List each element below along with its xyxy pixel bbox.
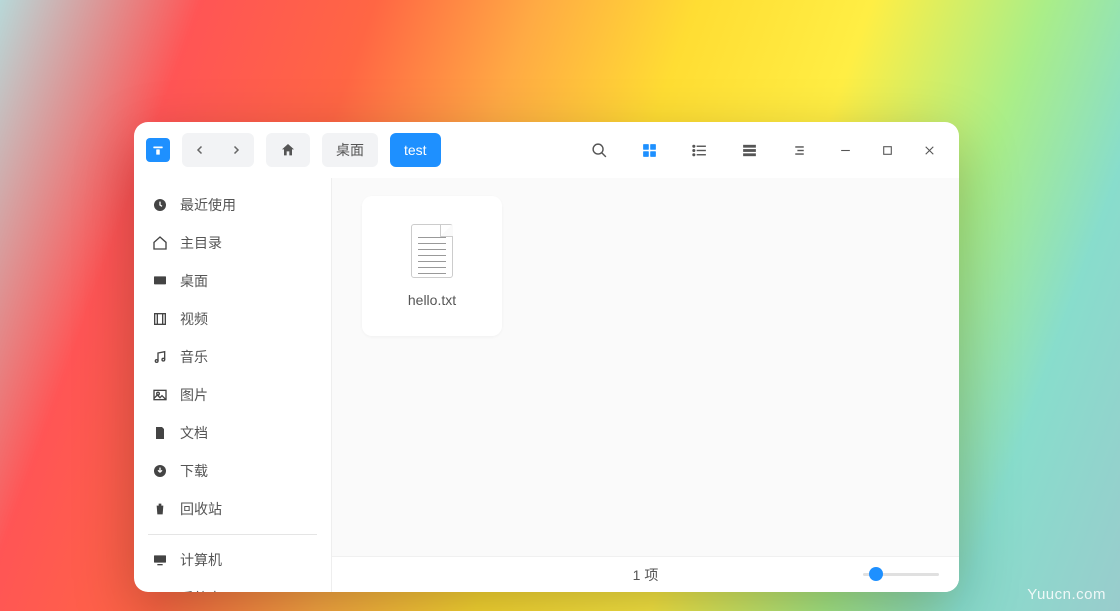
sidebar-item-label: 主目录 [180, 233, 222, 253]
sidebar-item-downloads[interactable]: 下载 [134, 452, 331, 490]
breadcrumb-desktop[interactable]: 桌面 [322, 133, 378, 167]
sidebar-item-label: 视频 [180, 309, 208, 329]
back-button[interactable] [182, 133, 218, 167]
sidebar-item-home[interactable]: 主目录 [134, 224, 331, 262]
close-button[interactable] [911, 133, 947, 167]
view-list-button[interactable] [677, 133, 721, 167]
sidebar-separator [148, 534, 317, 535]
doc-icon [152, 425, 168, 441]
sidebar-item-recent[interactable]: 最近使用 [134, 186, 331, 224]
app-icon [146, 138, 170, 162]
sidebar-item-label: 图片 [180, 385, 208, 405]
image-icon [152, 387, 168, 403]
text-file-icon [411, 224, 453, 278]
maximize-button[interactable] [869, 133, 905, 167]
film-icon [152, 311, 168, 327]
view-detail-button[interactable] [727, 133, 771, 167]
sidebar-item-label: 文档 [180, 423, 208, 443]
sidebar-item-music[interactable]: 音乐 [134, 338, 331, 376]
nav-back-forward [182, 133, 254, 167]
sidebar-item-label: 回收站 [180, 499, 222, 519]
slider-thumb[interactable] [869, 567, 883, 581]
sidebar-item-sysdisk[interactable]: 系统盘 [134, 579, 331, 592]
view-grid-button[interactable] [627, 133, 671, 167]
computer-icon [152, 552, 168, 568]
file-name-label: hello.txt [408, 292, 456, 308]
file-item[interactable]: hello.txt [362, 196, 502, 336]
menu-button[interactable] [777, 133, 821, 167]
sidebar-item-label: 下载 [180, 461, 208, 481]
sidebar-item-label: 最近使用 [180, 195, 236, 215]
sidebar-item-trash[interactable]: 回收站 [134, 490, 331, 528]
forward-button[interactable] [218, 133, 254, 167]
breadcrumb-home[interactable] [266, 133, 310, 167]
breadcrumb-current[interactable]: test [390, 133, 441, 167]
toolbar: 桌面 test [134, 122, 959, 178]
trash-icon [152, 501, 168, 517]
watermark: Yuucn.com [1027, 586, 1106, 603]
home-icon [152, 235, 168, 251]
file-manager-window: 桌面 test 最近使用 主目录 桌面 [134, 122, 959, 592]
sidebar-item-documents[interactable]: 文档 [134, 414, 331, 452]
search-button[interactable] [577, 133, 621, 167]
sidebar-item-pictures[interactable]: 图片 [134, 376, 331, 414]
item-count: 1 项 [633, 565, 659, 585]
disk-icon [152, 590, 168, 592]
files-grid: hello.txt [332, 178, 959, 354]
sidebar-item-videos[interactable]: 视频 [134, 300, 331, 338]
download-icon [152, 463, 168, 479]
sidebar-item-label: 音乐 [180, 347, 208, 367]
music-icon [152, 349, 168, 365]
content-area: hello.txt 1 项 [332, 178, 959, 592]
sidebar-item-label: 系统盘 [180, 588, 222, 592]
sidebar-item-desktop[interactable]: 桌面 [134, 262, 331, 300]
minimize-button[interactable] [827, 133, 863, 167]
desktop-icon [152, 273, 168, 289]
sidebar-item-label: 计算机 [180, 550, 222, 570]
sidebar: 最近使用 主目录 桌面 视频 音乐 图片 文档 下载 回收站 计算机 系统盘 [134, 178, 332, 592]
zoom-slider[interactable] [863, 567, 939, 581]
sidebar-item-label: 桌面 [180, 271, 208, 291]
sidebar-item-computer[interactable]: 计算机 [134, 541, 331, 579]
clock-icon [152, 197, 168, 213]
